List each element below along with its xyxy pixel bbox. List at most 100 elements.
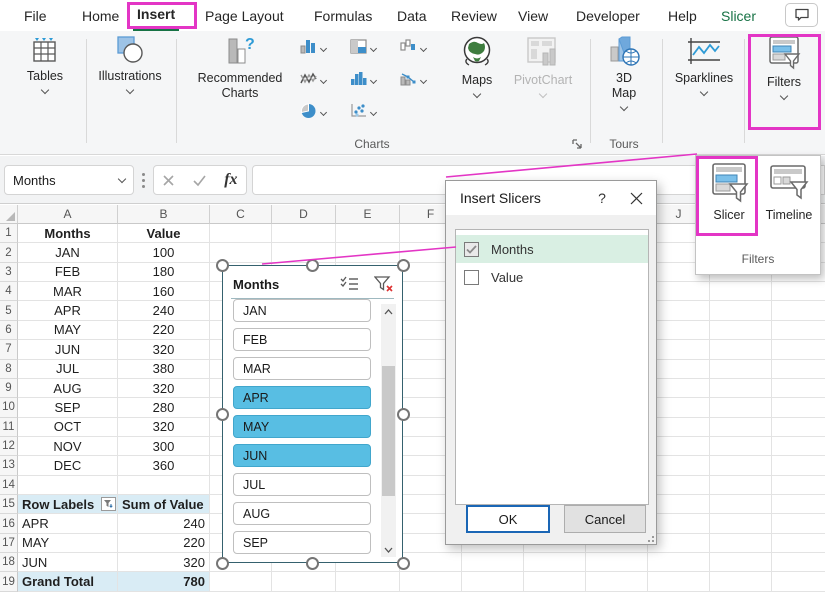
flyout-slicer-button[interactable]: Slicer (700, 162, 758, 222)
cell-G18[interactable] (462, 553, 524, 572)
cell-L7[interactable] (772, 340, 825, 359)
column-header-A[interactable]: A (18, 205, 118, 224)
row-header-14[interactable]: 14 (0, 476, 18, 495)
row-header-5[interactable]: 5 (0, 301, 18, 320)
selection-handle[interactable] (397, 408, 410, 421)
cell-A19[interactable]: Grand Total (18, 572, 118, 591)
row-header-19[interactable]: 19 (0, 572, 18, 591)
cell-J6[interactable] (648, 321, 710, 340)
cell-L14[interactable] (772, 476, 825, 495)
cell-A17[interactable]: MAY (18, 534, 118, 553)
cell-K11[interactable] (710, 418, 772, 437)
column-header-B[interactable]: B (118, 205, 210, 224)
cell-A3[interactable]: FEB (18, 263, 118, 282)
slicer-item-may[interactable]: MAY (233, 415, 371, 438)
tab-view[interactable]: View (514, 0, 552, 31)
row-header-17[interactable]: 17 (0, 534, 18, 553)
maps-button[interactable]: Maps (452, 35, 502, 97)
dialog-field-value[interactable]: Value (456, 263, 648, 291)
slicer-item-jun[interactable]: JUN (233, 444, 371, 467)
selection-handle[interactable] (216, 259, 229, 272)
cell-A8[interactable]: JUL (18, 360, 118, 379)
slicer-item-mar[interactable]: MAR (233, 357, 371, 380)
cell-L10[interactable] (772, 398, 825, 417)
tab-file[interactable]: File (20, 0, 51, 31)
recommended-charts-button[interactable]: ? Recommended Charts (185, 35, 295, 101)
close-button[interactable] (616, 181, 656, 215)
dialog-field-months[interactable]: Months (456, 235, 648, 263)
pie-chart-button[interactable] (300, 103, 326, 124)
cell-A10[interactable]: SEP (18, 398, 118, 417)
clear-filter-icon[interactable] (374, 276, 394, 293)
histogram-chart-button[interactable] (350, 71, 376, 91)
flyout-timeline-button[interactable]: Timeline (760, 162, 818, 222)
cell-B18[interactable]: 320 (118, 553, 210, 572)
cell-K7[interactable] (710, 340, 772, 359)
slicer-item-aug[interactable]: AUG (233, 502, 371, 525)
cell-B12[interactable]: 300 (118, 437, 210, 456)
scroll-up-icon[interactable] (381, 304, 396, 319)
waterfall-chart-button[interactable] (400, 39, 426, 59)
illustrations-button[interactable]: Illustrations (92, 35, 168, 93)
cell-B1[interactable]: Value (118, 224, 210, 243)
slicer-item-jul[interactable]: JUL (233, 473, 371, 496)
column-header-E[interactable]: E (336, 205, 400, 224)
resize-grip[interactable] (644, 532, 654, 542)
slicer-item-jan[interactable]: JAN (233, 299, 371, 322)
cell-A6[interactable]: MAY (18, 321, 118, 340)
row-header-2[interactable]: 2 (0, 243, 18, 262)
selection-handle[interactable] (216, 408, 229, 421)
cell-L19[interactable] (772, 572, 825, 591)
selection-handle[interactable] (306, 259, 319, 272)
dialog-launcher-icon[interactable] (571, 137, 584, 150)
cell-J16[interactable] (648, 514, 710, 533)
tab-developer[interactable]: Developer (572, 0, 644, 31)
cell-B7[interactable]: 320 (118, 340, 210, 359)
cell-B17[interactable]: 220 (118, 534, 210, 553)
cell-J10[interactable] (648, 398, 710, 417)
cell-L4[interactable] (772, 282, 825, 301)
cell-A14[interactable] (18, 476, 118, 495)
row-header-9[interactable]: 9 (0, 379, 18, 398)
cell-K10[interactable] (710, 398, 772, 417)
cell-A1[interactable]: Months (18, 224, 118, 243)
cell-J11[interactable] (648, 418, 710, 437)
cell-E19[interactable] (336, 572, 400, 591)
name-box-resizer[interactable] (140, 168, 146, 192)
row-header-11[interactable]: 11 (0, 418, 18, 437)
sparklines-button[interactable]: Sparklines (668, 35, 740, 95)
insert-function-icon[interactable]: fx (224, 171, 237, 189)
tab-home[interactable]: Home (78, 0, 123, 31)
cell-B15[interactable]: Sum of Value (118, 495, 210, 514)
checkbox-checked-icon[interactable] (464, 242, 479, 257)
cell-G19[interactable] (462, 572, 524, 591)
cell-L6[interactable] (772, 321, 825, 340)
row-header-6[interactable]: 6 (0, 321, 18, 340)
cell-D19[interactable] (272, 572, 336, 591)
cell-B19[interactable]: 780 (118, 572, 210, 591)
scatter-chart-button[interactable] (350, 103, 376, 123)
cell-C1[interactable] (210, 224, 272, 243)
cell-I18[interactable] (586, 553, 648, 572)
3d-map-button[interactable]: 3D Map (598, 35, 650, 110)
scroll-down-icon[interactable] (381, 542, 396, 557)
cell-L16[interactable] (772, 514, 825, 533)
cell-J5[interactable] (648, 301, 710, 320)
selection-handle[interactable] (306, 557, 319, 570)
ok-button[interactable]: OK (466, 505, 550, 533)
row-header-7[interactable]: 7 (0, 340, 18, 359)
cell-L11[interactable] (772, 418, 825, 437)
cell-J4[interactable] (648, 282, 710, 301)
cell-B3[interactable]: 180 (118, 263, 210, 282)
cell-D1[interactable] (272, 224, 336, 243)
cell-A5[interactable]: APR (18, 301, 118, 320)
cell-K16[interactable] (710, 514, 772, 533)
row-header-12[interactable]: 12 (0, 437, 18, 456)
tab-slicer[interactable]: Slicer (717, 0, 760, 31)
row-header-13[interactable]: 13 (0, 456, 18, 475)
cell-K13[interactable] (710, 456, 772, 475)
enter-check-icon[interactable] (192, 174, 207, 187)
help-button[interactable]: ? (588, 190, 616, 206)
slicer-item-sep[interactable]: SEP (233, 531, 371, 554)
select-all-corner[interactable] (0, 205, 18, 224)
